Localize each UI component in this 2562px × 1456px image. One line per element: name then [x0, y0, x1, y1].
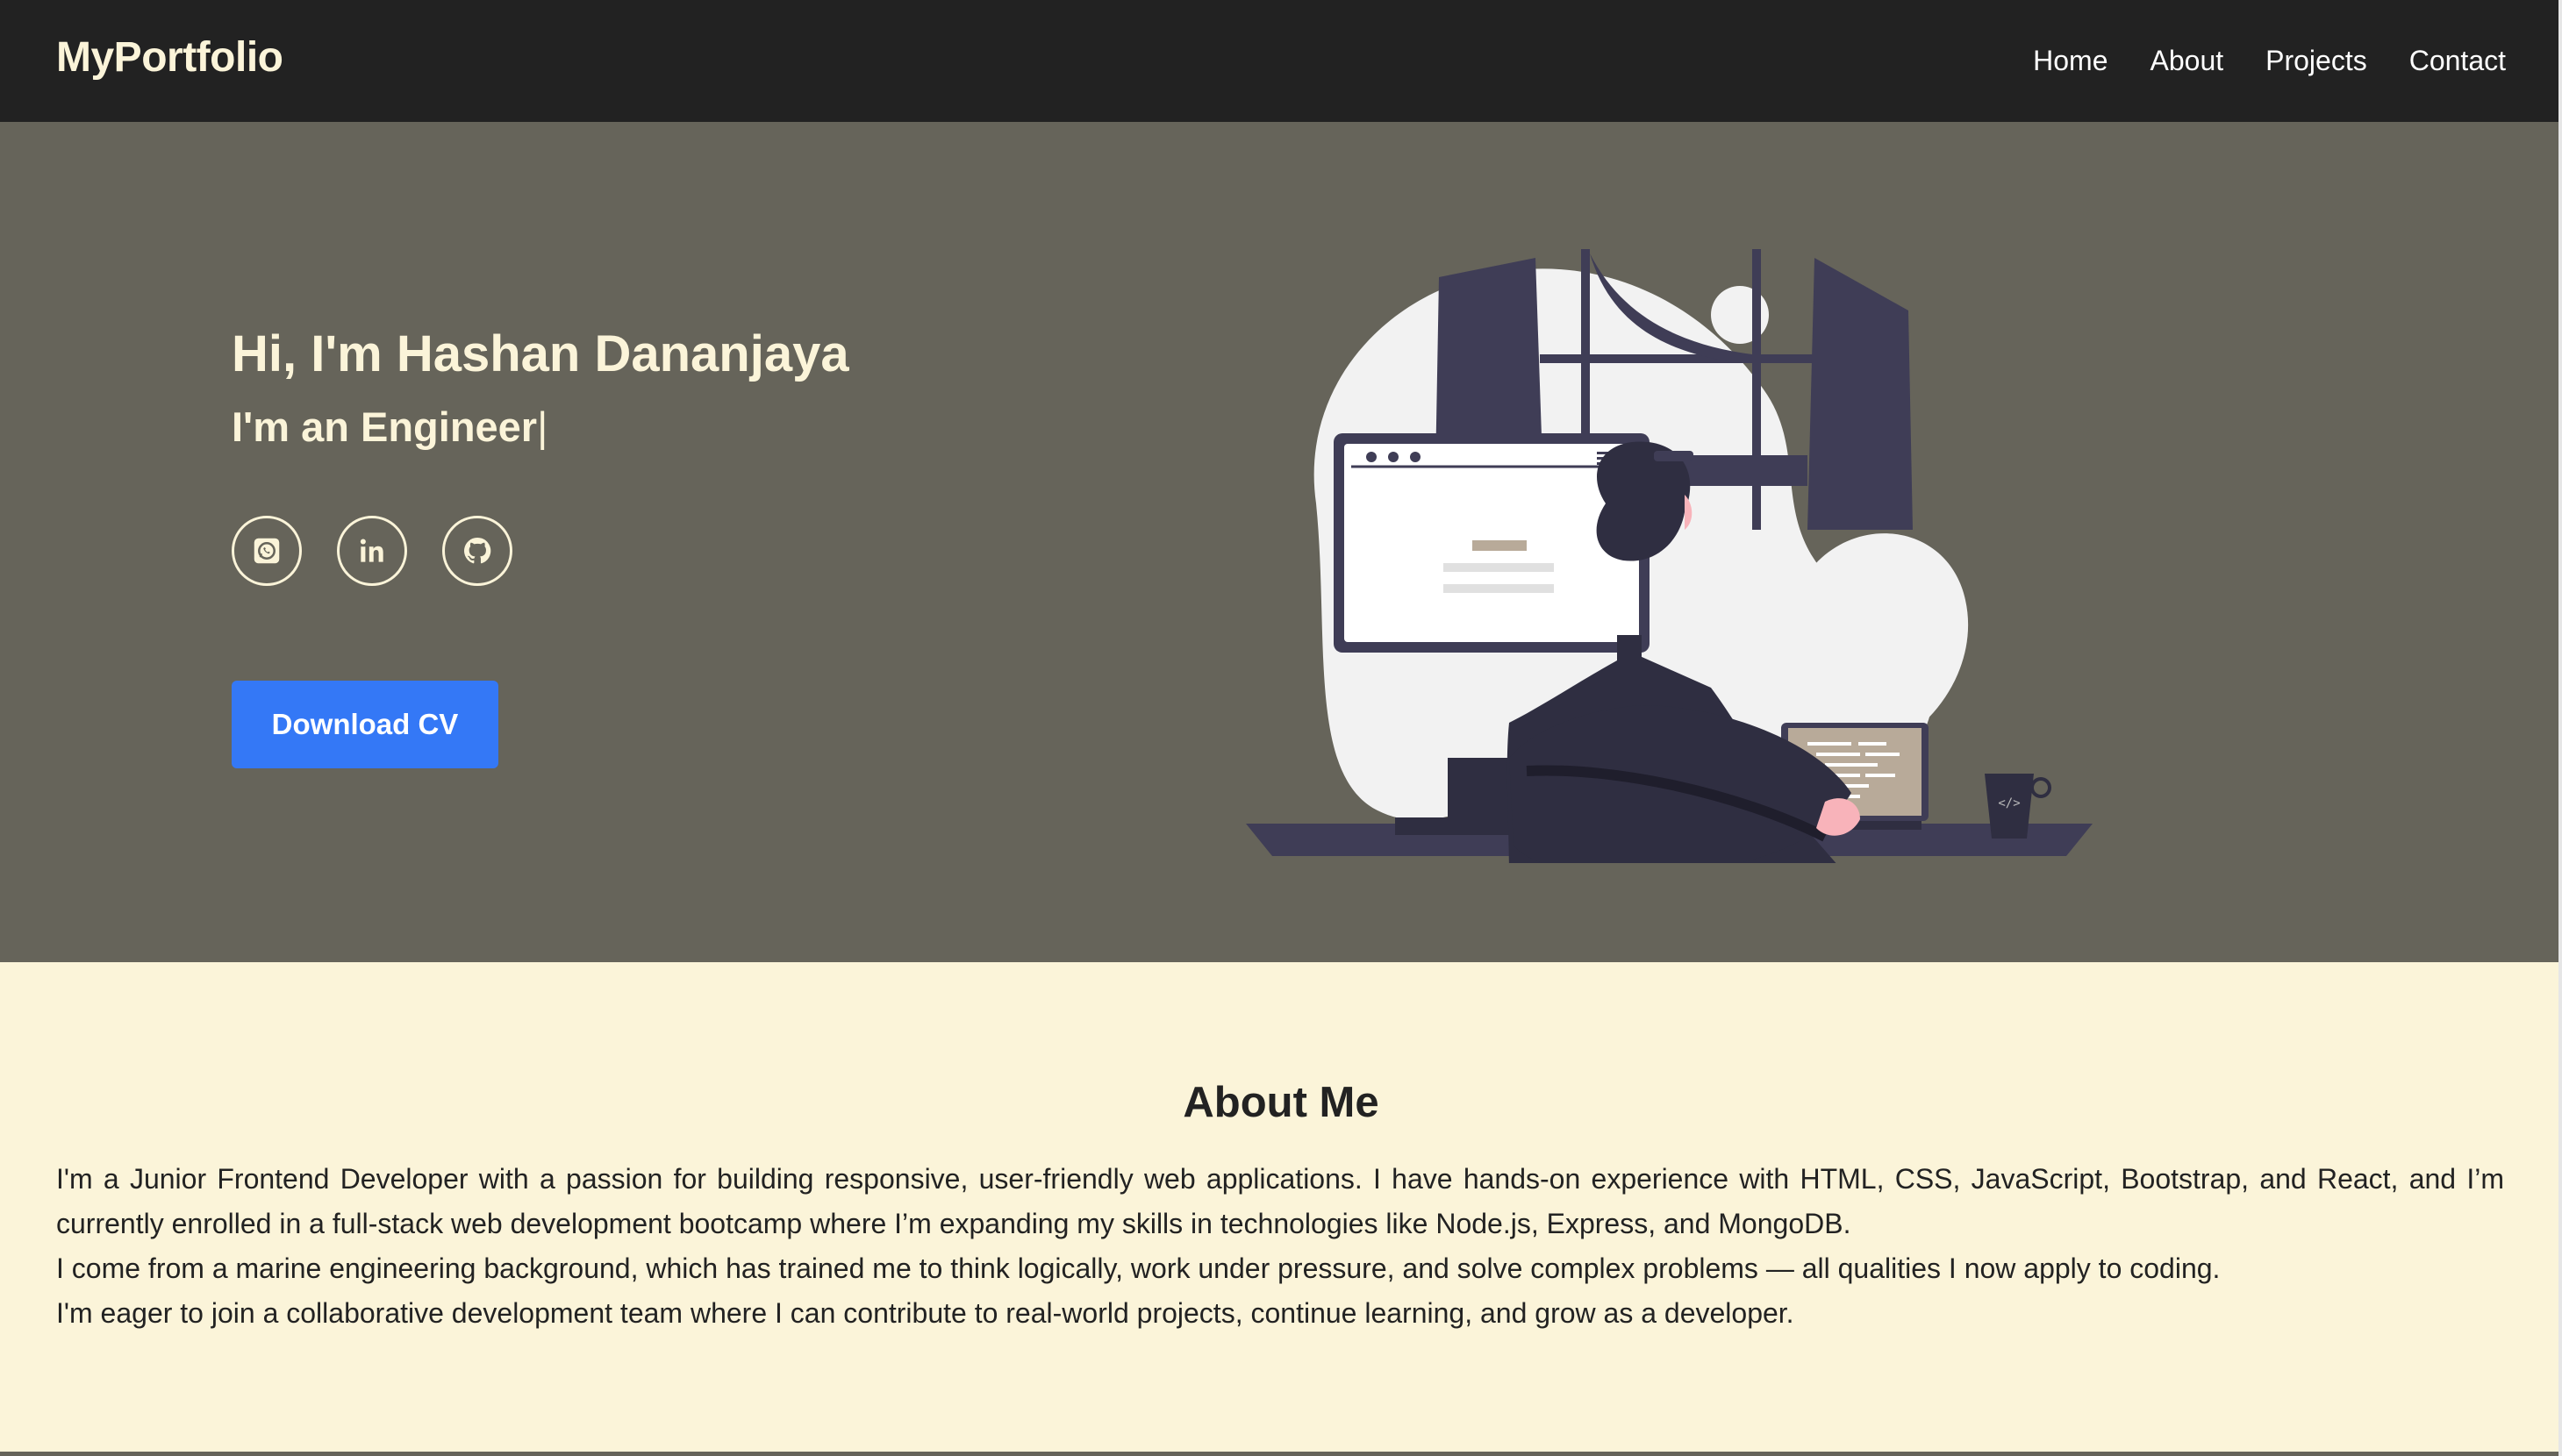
developer-at-desk-illustration: </>	[1246, 249, 2093, 863]
linkedin-button[interactable]	[337, 516, 407, 586]
svg-text:</>: </>	[1998, 796, 2020, 810]
hero-greeting: Hi, I'm Hashan Dananjaya	[232, 325, 849, 382]
hero-section: Hi, I'm Hashan Dananjaya I'm an Engineer…	[0, 122, 2562, 962]
nav-projects-link[interactable]: Projects	[2265, 37, 2367, 84]
scrollbar-gutter	[2558, 0, 2562, 1456]
github-button[interactable]	[442, 516, 512, 586]
navbar: MyPortfolio Home About Projects Contact	[0, 0, 2562, 122]
about-title: About Me	[1183, 1079, 1379, 1126]
brand-logo[interactable]: MyPortfolio	[56, 32, 283, 84]
about-section: About Me I'm a Junior Frontend Developer…	[0, 962, 2562, 1452]
typing-cursor: |	[537, 403, 548, 450]
github-icon	[464, 537, 491, 564]
nav-about-link[interactable]: About	[2151, 37, 2224, 84]
linkedin-icon	[360, 539, 383, 562]
next-section-edge	[0, 1452, 2562, 1456]
whatsapp-icon	[254, 538, 280, 564]
about-paragraph-2: I come from a marine engineering backgro…	[56, 1253, 2221, 1284]
hero-role: I'm an Engineer|	[232, 401, 547, 453]
about-paragraph-1: I'm a Junior Frontend Developer with a p…	[56, 1163, 2504, 1239]
social-links	[232, 516, 512, 586]
nav-home-link[interactable]: Home	[2033, 37, 2108, 84]
about-paragraph-3: I'm eager to join a collaborative develo…	[56, 1297, 1794, 1329]
hero-role-text: I'm an Engineer	[232, 403, 538, 450]
nav-links: Home About Projects Contact	[2033, 37, 2506, 84]
whatsapp-button[interactable]	[232, 516, 302, 586]
about-text: I'm a Junior Frontend Developer with a p…	[56, 1157, 2504, 1336]
nav-contact-link[interactable]: Contact	[2409, 37, 2506, 84]
download-cv-button[interactable]: Download CV	[232, 681, 498, 768]
